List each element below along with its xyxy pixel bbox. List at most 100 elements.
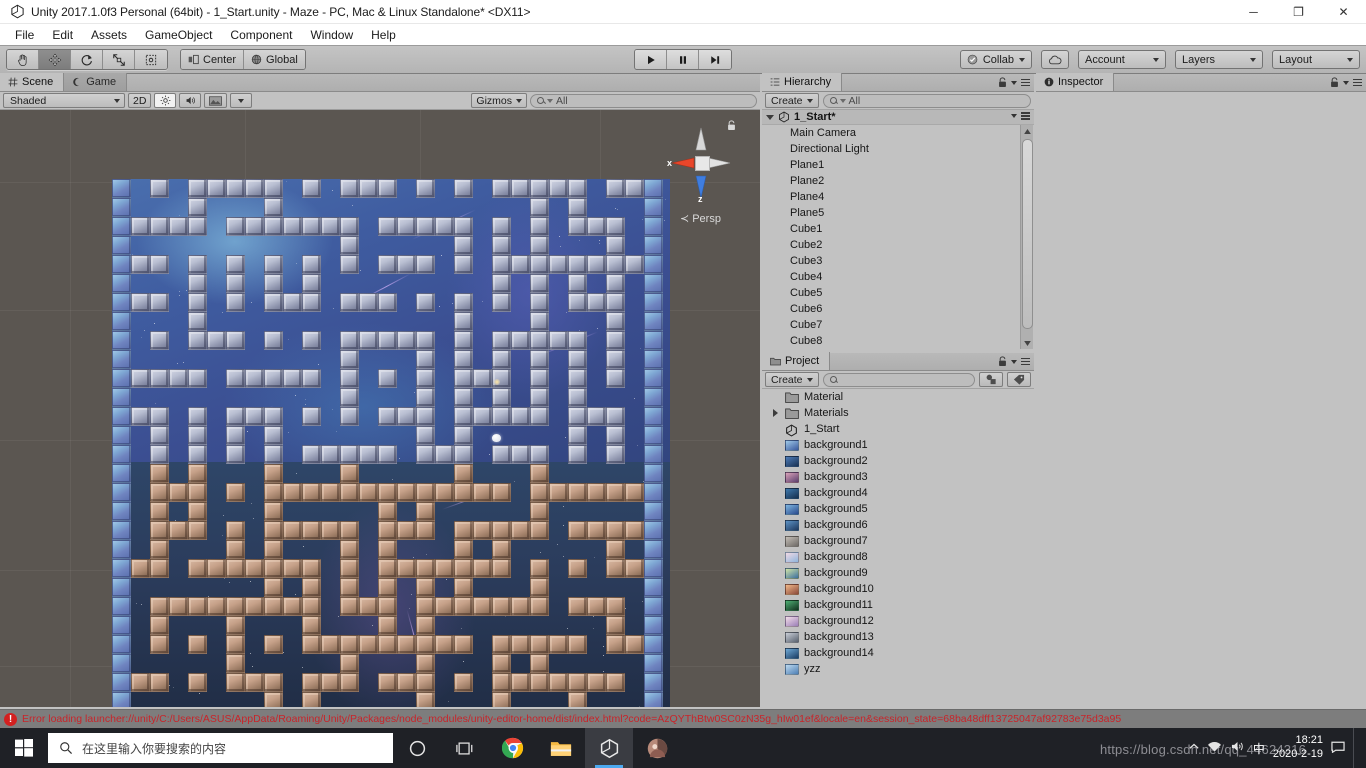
- hierarchy-item[interactable]: Cube1: [762, 221, 1034, 237]
- close-button[interactable]: ✕: [1321, 0, 1366, 24]
- hierarchy-item[interactable]: Plane4: [762, 189, 1034, 205]
- start-button[interactable]: [0, 728, 48, 768]
- tab-game[interactable]: Game: [64, 73, 127, 91]
- task-view-icon[interactable]: [441, 728, 489, 768]
- gizmo-lock-icon[interactable]: [727, 120, 736, 134]
- hierarchy-create-button[interactable]: Create: [765, 93, 819, 108]
- project-item[interactable]: background13: [762, 629, 1034, 645]
- panel-menu-icon[interactable]: [1021, 79, 1030, 87]
- draw-mode-dropdown[interactable]: Shaded: [3, 93, 125, 108]
- action-center-icon[interactable]: [1331, 740, 1345, 756]
- project-item[interactable]: Material: [762, 389, 1034, 405]
- collab-button[interactable]: Collab: [960, 50, 1032, 69]
- lighting-toggle-button[interactable]: [154, 93, 176, 108]
- menu-component[interactable]: Component: [221, 26, 301, 44]
- hierarchy-list[interactable]: Main CameraDirectional LightPlane1Plane2…: [762, 125, 1034, 349]
- project-item[interactable]: background6: [762, 517, 1034, 533]
- minimize-button[interactable]: ─: [1231, 0, 1276, 24]
- space-mode-button[interactable]: Global: [244, 50, 305, 69]
- menu-window[interactable]: Window: [301, 26, 362, 44]
- pause-button[interactable]: [667, 50, 699, 69]
- hierarchy-item[interactable]: Cube4: [762, 269, 1034, 285]
- show-desktop-button[interactable]: [1353, 728, 1360, 768]
- gizmo-projection-label[interactable]: ≺Persp: [680, 212, 721, 225]
- project-item[interactable]: background11: [762, 597, 1034, 613]
- project-item[interactable]: Materials: [762, 405, 1034, 421]
- network-icon[interactable]: [1207, 740, 1222, 756]
- scale-tool-button[interactable]: [103, 50, 135, 69]
- hierarchy-item[interactable]: Main Camera: [762, 125, 1034, 141]
- scene-viewport[interactable]: x z ≺Persp: [0, 110, 760, 707]
- scene-search-input[interactable]: All: [530, 94, 757, 108]
- tab-inspector[interactable]: Inspector: [1036, 73, 1114, 91]
- project-item[interactable]: background8: [762, 549, 1034, 565]
- gizmos-dropdown-button[interactable]: Gizmos: [471, 93, 527, 108]
- scene-axis-gizmo[interactable]: x z ≺Persp: [664, 120, 738, 230]
- hierarchy-item[interactable]: Plane1: [762, 157, 1034, 173]
- cloud-button[interactable]: [1041, 50, 1069, 69]
- menu-file[interactable]: File: [6, 26, 43, 44]
- hierarchy-scene-row[interactable]: 1_Start*: [762, 110, 1034, 125]
- scroll-up-icon[interactable]: [1021, 125, 1033, 137]
- hierarchy-item[interactable]: Directional Light: [762, 141, 1034, 157]
- project-item[interactable]: background9: [762, 565, 1034, 581]
- menu-help[interactable]: Help: [362, 26, 405, 44]
- lock-icon[interactable]: [998, 356, 1007, 367]
- rotate-tool-button[interactable]: [71, 50, 103, 69]
- scroll-down-icon[interactable]: [1021, 337, 1034, 349]
- hierarchy-search-input[interactable]: All: [823, 94, 1031, 108]
- play-button[interactable]: [635, 50, 667, 69]
- project-search-input[interactable]: [823, 373, 975, 387]
- layers-button[interactable]: Layers: [1175, 50, 1263, 69]
- move-tool-button[interactable]: [39, 50, 71, 69]
- menu-gameobject[interactable]: GameObject: [136, 26, 221, 44]
- project-item[interactable]: background7: [762, 533, 1034, 549]
- hierarchy-item[interactable]: Cube5: [762, 285, 1034, 301]
- account-button[interactable]: Account: [1078, 50, 1166, 69]
- scene-menu-icon[interactable]: [1021, 112, 1030, 120]
- filter-by-label-button[interactable]: [1007, 372, 1031, 387]
- project-item[interactable]: background5: [762, 501, 1034, 517]
- project-item[interactable]: background1: [762, 437, 1034, 453]
- hand-tool-button[interactable]: [7, 50, 39, 69]
- file-explorer-icon[interactable]: [537, 728, 585, 768]
- lock-icon[interactable]: [1330, 77, 1339, 88]
- project-item[interactable]: yzz: [762, 661, 1034, 677]
- panel-menu-icon[interactable]: [1353, 79, 1362, 87]
- project-item[interactable]: background4: [762, 485, 1034, 501]
- project-item[interactable]: background10: [762, 581, 1034, 597]
- chevron-down-icon[interactable]: [766, 115, 774, 120]
- pivot-mode-button[interactable]: Center: [181, 50, 244, 69]
- project-create-button[interactable]: Create: [765, 372, 819, 387]
- effects-toggle-button[interactable]: [204, 93, 227, 108]
- hierarchy-item[interactable]: Cube8: [762, 333, 1034, 349]
- audio-toggle-button[interactable]: [179, 93, 201, 108]
- menu-edit[interactable]: Edit: [43, 26, 82, 44]
- hierarchy-item[interactable]: Plane2: [762, 173, 1034, 189]
- filter-by-type-button[interactable]: [979, 372, 1003, 387]
- hierarchy-item[interactable]: Cube6: [762, 301, 1034, 317]
- hierarchy-scroll-thumb[interactable]: [1022, 139, 1033, 329]
- project-item[interactable]: background3: [762, 469, 1034, 485]
- unity-icon[interactable]: [585, 728, 633, 768]
- layout-button[interactable]: Layout: [1272, 50, 1360, 69]
- volume-icon[interactable]: [1230, 740, 1245, 756]
- chrome-icon[interactable]: [489, 728, 537, 768]
- rect-tool-button[interactable]: [135, 50, 167, 69]
- tab-hierarchy[interactable]: Hierarchy: [762, 73, 842, 91]
- maximize-button[interactable]: ❐: [1276, 0, 1321, 24]
- project-list[interactable]: MaterialMaterials1_Startbackground1backg…: [762, 389, 1034, 707]
- hierarchy-item[interactable]: Cube7: [762, 317, 1034, 333]
- hierarchy-item[interactable]: Cube2: [762, 237, 1034, 253]
- effects-dropdown-button[interactable]: [230, 93, 252, 108]
- status-bar[interactable]: ! Error loading launcher://unity/C:/User…: [0, 709, 1366, 728]
- panel-menu-icon[interactable]: [1021, 358, 1030, 366]
- taskbar-clock[interactable]: 18:21 2020-2-19: [1273, 734, 1323, 762]
- project-item[interactable]: background2: [762, 453, 1034, 469]
- media-app-icon[interactable]: [633, 728, 681, 768]
- project-item[interactable]: 1_Start: [762, 421, 1034, 437]
- step-button[interactable]: [699, 50, 731, 69]
- tab-project[interactable]: Project: [762, 352, 830, 370]
- taskbar-search-input[interactable]: 在这里输入你要搜索的内容: [48, 733, 393, 763]
- hierarchy-item[interactable]: Cube3: [762, 253, 1034, 269]
